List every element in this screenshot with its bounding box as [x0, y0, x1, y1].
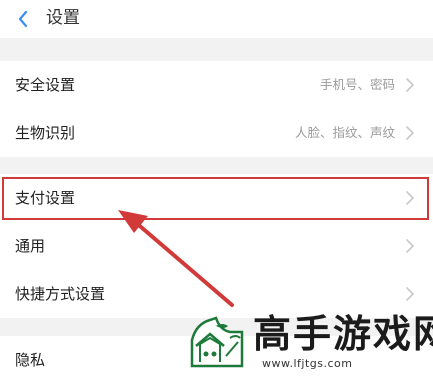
back-button[interactable]	[10, 6, 36, 32]
row-label: 支付设置	[15, 189, 76, 207]
chevron-right-icon	[406, 287, 414, 301]
settings-group-general: 支付设置 通用 快捷方式设置	[0, 174, 433, 318]
watermark-url: www.lfjtgs.com	[262, 357, 353, 370]
watermark-name: 高手游戏网	[253, 312, 433, 356]
row-label: 生物识别	[15, 124, 76, 142]
chevron-right-icon	[406, 126, 414, 140]
watermark: 高手游戏网 www.lfjtgs.com	[186, 312, 433, 375]
chevron-right-icon	[406, 78, 414, 92]
row-value: 手机号、密码	[319, 77, 395, 92]
row-label: 安全设置	[15, 76, 76, 94]
chevron-right-icon	[406, 239, 414, 253]
chevron-right-icon	[406, 191, 414, 205]
watermark-logo-icon	[190, 316, 244, 368]
row-label: 隐私	[15, 351, 46, 369]
row-label: 快捷方式设置	[15, 285, 106, 303]
header-bar: 设置	[0, 0, 433, 38]
settings-row-biometrics[interactable]: 生物识别 人脸、指纹、声纹	[0, 109, 433, 157]
settings-row-general[interactable]: 通用	[0, 222, 433, 270]
row-value: 人脸、指纹、声纹	[294, 125, 395, 140]
page-title: 设置	[46, 8, 80, 28]
chevron-left-icon	[18, 10, 28, 28]
settings-row-payment[interactable]: 支付设置	[0, 174, 433, 222]
row-label: 通用	[15, 237, 46, 255]
settings-group-security: 安全设置 手机号、密码 生物识别 人脸、指纹、声纹	[0, 61, 433, 157]
settings-screen: 设置 安全设置 手机号、密码 生物识别 人脸、指纹、声纹 支付设置 通用 快捷方…	[0, 0, 433, 384]
settings-row-security[interactable]: 安全设置 手机号、密码	[0, 61, 433, 109]
settings-row-shortcuts[interactable]: 快捷方式设置	[0, 270, 433, 318]
